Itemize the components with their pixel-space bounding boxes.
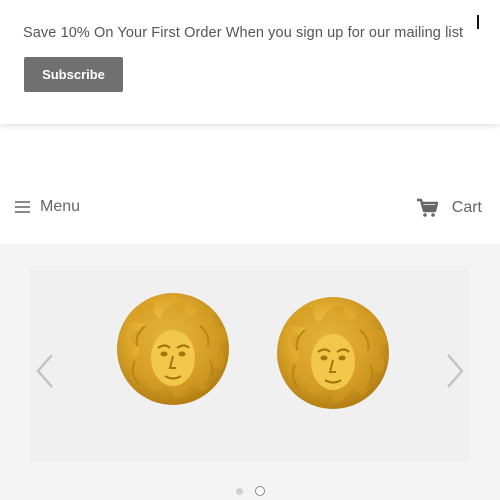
slide-dot-1[interactable]	[236, 488, 243, 495]
cart-link[interactable]: Cart	[416, 198, 482, 218]
cart-icon	[416, 198, 438, 217]
close-icon[interactable]	[474, 13, 482, 31]
product-image	[30, 266, 470, 463]
slide-dot-2[interactable]	[255, 486, 265, 496]
slider-pagination	[0, 485, 500, 497]
promo-text: Save 10% On Your First Order When you si…	[23, 25, 464, 41]
earring-left	[117, 293, 229, 405]
subscribe-button[interactable]: Subscribe	[24, 57, 123, 92]
menu-toggle[interactable]: Menu	[15, 198, 80, 216]
hamburger-icon	[15, 201, 30, 213]
menu-label: Menu	[40, 198, 81, 215]
chevron-left-icon[interactable]	[34, 352, 56, 390]
earring-right	[277, 297, 389, 409]
chevron-right-icon[interactable]	[444, 352, 466, 390]
newsletter-banner: Save 10% On Your First Order When you si…	[0, 0, 500, 124]
product-slider	[0, 244, 500, 500]
cart-label: Cart	[451, 199, 482, 216]
site-header-nav: Menu Cart	[0, 190, 500, 230]
